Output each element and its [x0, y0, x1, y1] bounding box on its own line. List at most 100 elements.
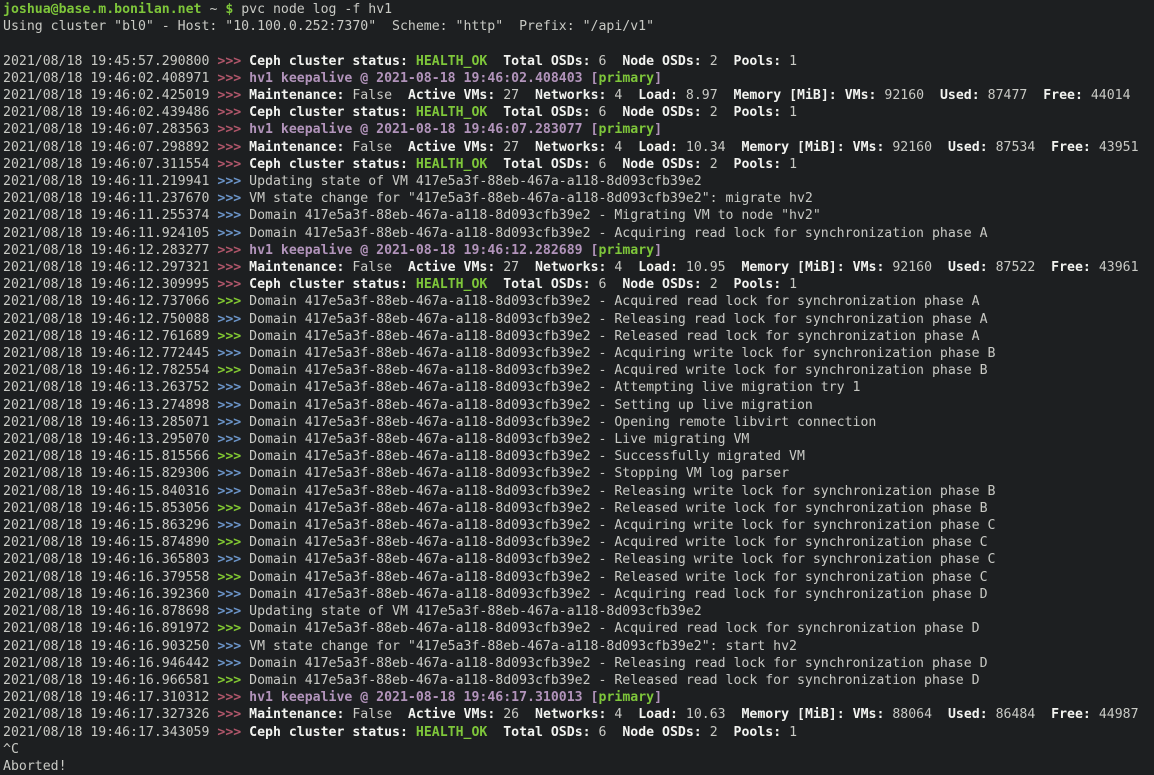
- log-segment: Domain 417e5a3f-88eb-467a-a118-8d093cfb3…: [249, 673, 979, 688]
- log-line: 2021/08/18 19:46:16.365803 >>> Domain 41…: [3, 551, 1154, 568]
- log-segment: Total OSDs:: [503, 105, 590, 120]
- log-segment: HEALTH_OK: [416, 54, 487, 69]
- log-segment: 27: [495, 140, 535, 155]
- log-segment: Domain 417e5a3f-88eb-467a-a118-8d093cfb3…: [249, 208, 821, 223]
- log-segment: 1: [781, 277, 797, 292]
- log-arrow-icon: >>>: [217, 570, 249, 585]
- log-segment: Domain 417e5a3f-88eb-467a-a118-8d093cfb3…: [249, 294, 979, 309]
- log-segment: VMs:: [853, 140, 885, 155]
- log-timestamp: 2021/08/18 19:46:11.237670: [3, 191, 217, 206]
- log-segment: 92160: [884, 260, 948, 275]
- log-segment: 1: [781, 157, 797, 172]
- log-segment: Memory [MiB]:: [741, 260, 844, 275]
- log-arrow-icon: >>>: [217, 501, 249, 516]
- log-arrow-icon: >>>: [217, 673, 249, 688]
- log-segment: 4: [606, 140, 638, 155]
- log-segment: hv1 keepalive @ 2021-08-18 19:46:17.3100…: [249, 690, 590, 705]
- log-timestamp: 2021/08/18 19:46:16.379558: [3, 570, 217, 585]
- log-segment: ]: [654, 243, 662, 258]
- log-arrow-icon: >>>: [217, 105, 249, 120]
- log-arrow-icon: >>>: [217, 604, 249, 619]
- log-line: 2021/08/18 19:46:15.874890 >>> Domain 41…: [3, 534, 1154, 551]
- log-timestamp: 2021/08/18 19:46:11.924105: [3, 226, 217, 241]
- log-segment: VMs:: [853, 260, 885, 275]
- log-arrow-icon: >>>: [217, 449, 249, 464]
- log-line: 2021/08/18 19:46:16.946442 >>> Domain 41…: [3, 655, 1154, 672]
- log-arrow-icon: >>>: [217, 226, 249, 241]
- prompt-user-host: joshua@base.m.bonilan.net: [3, 2, 202, 17]
- log-segment: False: [344, 88, 408, 103]
- log-segment: HEALTH_OK: [416, 725, 487, 740]
- log-segment: Domain 417e5a3f-88eb-467a-a118-8d093cfb3…: [249, 466, 789, 481]
- log-arrow-icon: >>>: [217, 346, 249, 361]
- log-arrow-icon: >>>: [217, 208, 249, 223]
- log-segment: Free:: [1043, 88, 1083, 103]
- log-line: 2021/08/18 19:46:12.737066 >>> Domain 41…: [3, 293, 1154, 310]
- log-segment: Free:: [1051, 707, 1091, 722]
- log-timestamp: 2021/08/18 19:46:15.840316: [3, 484, 217, 499]
- log-segment: 1: [781, 105, 797, 120]
- log-segment: ]: [654, 71, 662, 86]
- log-segment: Node OSDs:: [622, 725, 701, 740]
- log-arrow-icon: >>>: [217, 707, 249, 722]
- log-segment: Maintenance:: [249, 260, 344, 275]
- log-timestamp: 2021/08/18 19:46:13.274898: [3, 398, 217, 413]
- log-line: 2021/08/18 19:46:16.878698 >>> Updating …: [3, 603, 1154, 620]
- log-segment: hv1 keepalive @ 2021-08-18 19:46:12.2826…: [249, 243, 590, 258]
- log-line: 2021/08/18 19:46:17.327326 >>> Maintenan…: [3, 706, 1154, 723]
- log-segment: Updating state of VM 417e5a3f-88eb-467a-…: [249, 604, 702, 619]
- log-segment: Active VMs:: [408, 140, 495, 155]
- log-segment: 43961: [1091, 260, 1139, 275]
- log-line: 2021/08/18 19:46:13.263752 >>> Domain 41…: [3, 379, 1154, 396]
- log-arrow-icon: >>>: [217, 587, 249, 602]
- log-segment: hv1 keepalive @ 2021-08-18 19:46:07.2830…: [249, 122, 590, 137]
- log-segment: 86484: [988, 707, 1052, 722]
- log-timestamp: 2021/08/18 19:46:12.782554: [3, 363, 217, 378]
- log-line: 2021/08/18 19:46:12.283277 >>> hv1 keepa…: [3, 242, 1154, 259]
- log-arrow-icon: >>>: [217, 466, 249, 481]
- blank-line: [3, 35, 1154, 52]
- log-segment: [: [591, 71, 599, 86]
- log-segment: Domain 417e5a3f-88eb-467a-a118-8d093cfb3…: [249, 312, 987, 327]
- log-segment: 87522: [988, 260, 1052, 275]
- log-line: 2021/08/18 19:45:57.290800 >>> Ceph clus…: [3, 53, 1154, 70]
- log-arrow-icon: >>>: [217, 122, 249, 137]
- log-timestamp: 2021/08/18 19:46:16.891972: [3, 621, 217, 636]
- log-arrow-icon: >>>: [217, 243, 249, 258]
- log-segment: Total OSDs:: [503, 725, 590, 740]
- log-segment: Load:: [638, 707, 678, 722]
- log-arrow-icon: >>>: [217, 191, 249, 206]
- log-timestamp: 2021/08/18 19:46:12.737066: [3, 294, 217, 309]
- cluster-info-line: Using cluster "bl0" - Host: "10.100.0.25…: [3, 18, 1154, 35]
- log-segment: Domain 417e5a3f-88eb-467a-a118-8d093cfb3…: [249, 380, 860, 395]
- log-segment: VM state change for "417e5a3f-88eb-467a-…: [249, 639, 797, 654]
- log-line: 2021/08/18 19:46:15.815566 >>> Domain 41…: [3, 448, 1154, 465]
- log-segment: False: [344, 707, 408, 722]
- log-timestamp: 2021/08/18 19:46:17.343059: [3, 725, 217, 740]
- log-segment: primary: [599, 243, 655, 258]
- log-segment: 92160: [876, 88, 940, 103]
- log-segment: Domain 417e5a3f-88eb-467a-a118-8d093cfb3…: [249, 226, 987, 241]
- log-arrow-icon: >>>: [217, 363, 249, 378]
- log-segment: Updating state of VM 417e5a3f-88eb-467a-…: [249, 174, 702, 189]
- log-segment: Total OSDs:: [503, 277, 590, 292]
- terminal[interactable]: joshua@base.m.bonilan.net ~ $ pvc node l…: [0, 0, 1154, 774]
- log-line: 2021/08/18 19:46:13.295070 >>> Domain 41…: [3, 431, 1154, 448]
- log-segment: 44014: [1083, 88, 1131, 103]
- log-line: 2021/08/18 19:46:11.255374 >>> Domain 41…: [3, 207, 1154, 224]
- log-segment: [: [591, 122, 599, 137]
- log-line: 2021/08/18 19:46:16.379558 >>> Domain 41…: [3, 569, 1154, 586]
- log-segment: Free:: [1051, 260, 1091, 275]
- log-segment: ]: [654, 690, 662, 705]
- log-timestamp: 2021/08/18 19:46:15.815566: [3, 449, 217, 464]
- log-segment: Domain 417e5a3f-88eb-467a-a118-8d093cfb3…: [249, 432, 749, 447]
- log-line: 2021/08/18 19:46:07.283563 >>> hv1 keepa…: [3, 121, 1154, 138]
- log-segment: Networks:: [535, 260, 606, 275]
- log-segment: Domain 417e5a3f-88eb-467a-a118-8d093cfb3…: [249, 535, 987, 550]
- log-segment: Active VMs:: [408, 260, 495, 275]
- log-timestamp: 2021/08/18 19:46:02.425019: [3, 88, 217, 103]
- log-segment: Ceph cluster status:: [249, 157, 416, 172]
- log-segment: hv1 keepalive @ 2021-08-18 19:46:02.4084…: [249, 71, 590, 86]
- log-segment: Node OSDs:: [622, 54, 701, 69]
- log-segment: Pools:: [734, 725, 782, 740]
